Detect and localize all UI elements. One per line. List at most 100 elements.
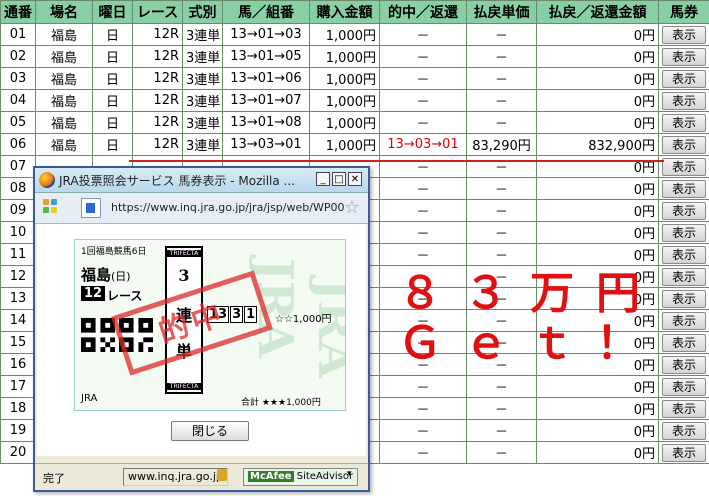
page-identity-icon[interactable]: [81, 198, 101, 218]
status-text: 完了: [43, 472, 65, 485]
cell-hit: －: [379, 45, 467, 68]
cell-unit: －: [466, 23, 537, 46]
cell-no: 05: [0, 111, 36, 134]
cell-unit: －: [466, 155, 537, 178]
cell-no: 14: [0, 309, 36, 332]
column-header: 購入金額: [309, 0, 380, 24]
cell-no: 07: [0, 155, 36, 178]
cell-no: 04: [0, 89, 36, 112]
column-header: 馬／組番: [222, 0, 310, 24]
cell-payout: 832,900円: [536, 133, 659, 156]
dropdown-caret-icon[interactable]: ▾: [347, 469, 352, 479]
lock-icon[interactable]: [217, 469, 227, 481]
cell-unit: －: [466, 199, 537, 222]
cell-hit: －: [379, 23, 467, 46]
cell-hit: －: [379, 375, 467, 398]
show-ticket-button[interactable]: 表示: [662, 47, 706, 66]
show-ticket-button[interactable]: 表示: [662, 443, 706, 462]
show-ticket-button[interactable]: 表示: [662, 135, 706, 154]
cell-amount: 1,000円: [309, 133, 380, 156]
show-ticket-button[interactable]: 表示: [662, 355, 706, 374]
cell-amount: 1,000円: [309, 89, 380, 112]
ticket-race-label: レース: [107, 289, 143, 303]
cell-place: 福島: [35, 23, 93, 46]
cell-no: 08: [0, 177, 36, 200]
maximize-button[interactable]: □: [332, 172, 346, 186]
cell-ticket: 表示: [658, 309, 709, 332]
cell-combo: 13→01→05: [222, 45, 310, 68]
cell-race: 12R: [132, 133, 183, 156]
column-header: 払戻単価: [466, 0, 537, 24]
column-header: 的中／返還: [379, 0, 467, 24]
show-ticket-button[interactable]: 表示: [662, 399, 706, 418]
cell-race: 12R: [132, 89, 183, 112]
cell-unit: 83,290円: [466, 133, 537, 156]
show-ticket-button[interactable]: 表示: [662, 223, 706, 242]
show-ticket-button[interactable]: 表示: [662, 69, 706, 88]
cell-ticket: 表示: [658, 441, 709, 464]
close-window-button[interactable]: ✕: [348, 172, 362, 186]
show-ticket-button[interactable]: 表示: [662, 113, 706, 132]
show-ticket-button[interactable]: 表示: [662, 267, 706, 286]
close-button[interactable]: 閉じる: [171, 421, 249, 441]
url-text[interactable]: https://www.inq.jra.go.jp/jra/jsp/web/WP…: [111, 201, 344, 214]
cell-ticket: 表示: [658, 265, 709, 288]
ticket-total: 合計 ★★★1,000円: [241, 398, 321, 408]
status-bar: 完了 www.inq.jra.go.jp McAfee SiteAdvisor …: [35, 463, 368, 490]
cell-hit: －: [379, 155, 467, 178]
cell-day: 日: [92, 45, 133, 68]
cell-payout: 0円: [536, 397, 659, 420]
cell-unit: －: [466, 397, 537, 420]
cell-hit: －: [379, 89, 467, 112]
column-header: 式別: [182, 0, 223, 24]
column-header: 馬券: [658, 0, 709, 24]
column-header: レース: [132, 0, 183, 24]
cell-hit: －: [379, 199, 467, 222]
cell-no: 18: [0, 397, 36, 420]
popup-content: JRA JRA 1回福島競馬6日 福島(日) 12 レース TRIFECTA 3…: [37, 224, 366, 456]
cell-ticket: 表示: [658, 111, 709, 134]
column-header: 通番: [0, 0, 36, 24]
show-ticket-button[interactable]: 表示: [662, 377, 706, 396]
bookmark-star-icon[interactable]: ☆: [344, 197, 360, 218]
show-ticket-button[interactable]: 表示: [662, 179, 706, 198]
trifecta-label-top: TRIFECTA: [167, 250, 201, 257]
cell-unit: －: [466, 221, 537, 244]
show-ticket-button[interactable]: 表示: [662, 289, 706, 308]
cell-payout: 0円: [536, 67, 659, 90]
cell-combo: 13→01→07: [222, 89, 310, 112]
ticket-race-number: 12: [81, 286, 106, 301]
cell-ticket: 表示: [658, 89, 709, 112]
show-ticket-button[interactable]: 表示: [662, 91, 706, 110]
cell-unit: －: [466, 111, 537, 134]
cell-hit: －: [379, 67, 467, 90]
show-ticket-button[interactable]: 表示: [662, 421, 706, 440]
cell-amount: 1,000円: [309, 45, 380, 68]
show-ticket-button[interactable]: 表示: [662, 333, 706, 352]
show-ticket-button[interactable]: 表示: [662, 201, 706, 220]
cell-hit: －: [379, 111, 467, 134]
minimize-button[interactable]: _: [316, 172, 330, 186]
popup-titlebar[interactable]: JRA投票照会サービス 馬券表示 - Mozilla ... _ □ ✕: [35, 168, 368, 193]
show-ticket-button[interactable]: 表示: [662, 157, 706, 176]
cell-ticket: 表示: [658, 67, 709, 90]
show-ticket-button[interactable]: 表示: [662, 25, 706, 44]
apps-grid-icon[interactable]: [43, 199, 59, 215]
cell-hit: 13→03→01: [379, 133, 467, 156]
cell-no: 20: [0, 441, 36, 464]
cell-place: 福島: [35, 111, 93, 134]
cell-payout: 0円: [536, 89, 659, 112]
show-ticket-button[interactable]: 表示: [662, 245, 706, 264]
cell-unit: －: [466, 441, 537, 464]
mcafee-siteadvisor-button[interactable]: McAfee SiteAdvisor: [243, 468, 359, 486]
winning-row-underline: [129, 160, 664, 162]
cell-payout: 0円: [536, 221, 659, 244]
cell-ticket: 表示: [658, 353, 709, 376]
cell-payout: 0円: [536, 199, 659, 222]
ticket-venue-name: 福島: [81, 266, 112, 284]
cell-no: 10: [0, 221, 36, 244]
table-header: 通番 場名 曜日 レース 式別 馬／組番 購入金額 的中／返還 払戻単価 払戻／返還金額 馬券: [0, 0, 709, 24]
cell-no: 06: [0, 133, 36, 156]
qr-code-icon: [81, 318, 115, 352]
show-ticket-button[interactable]: 表示: [662, 311, 706, 330]
